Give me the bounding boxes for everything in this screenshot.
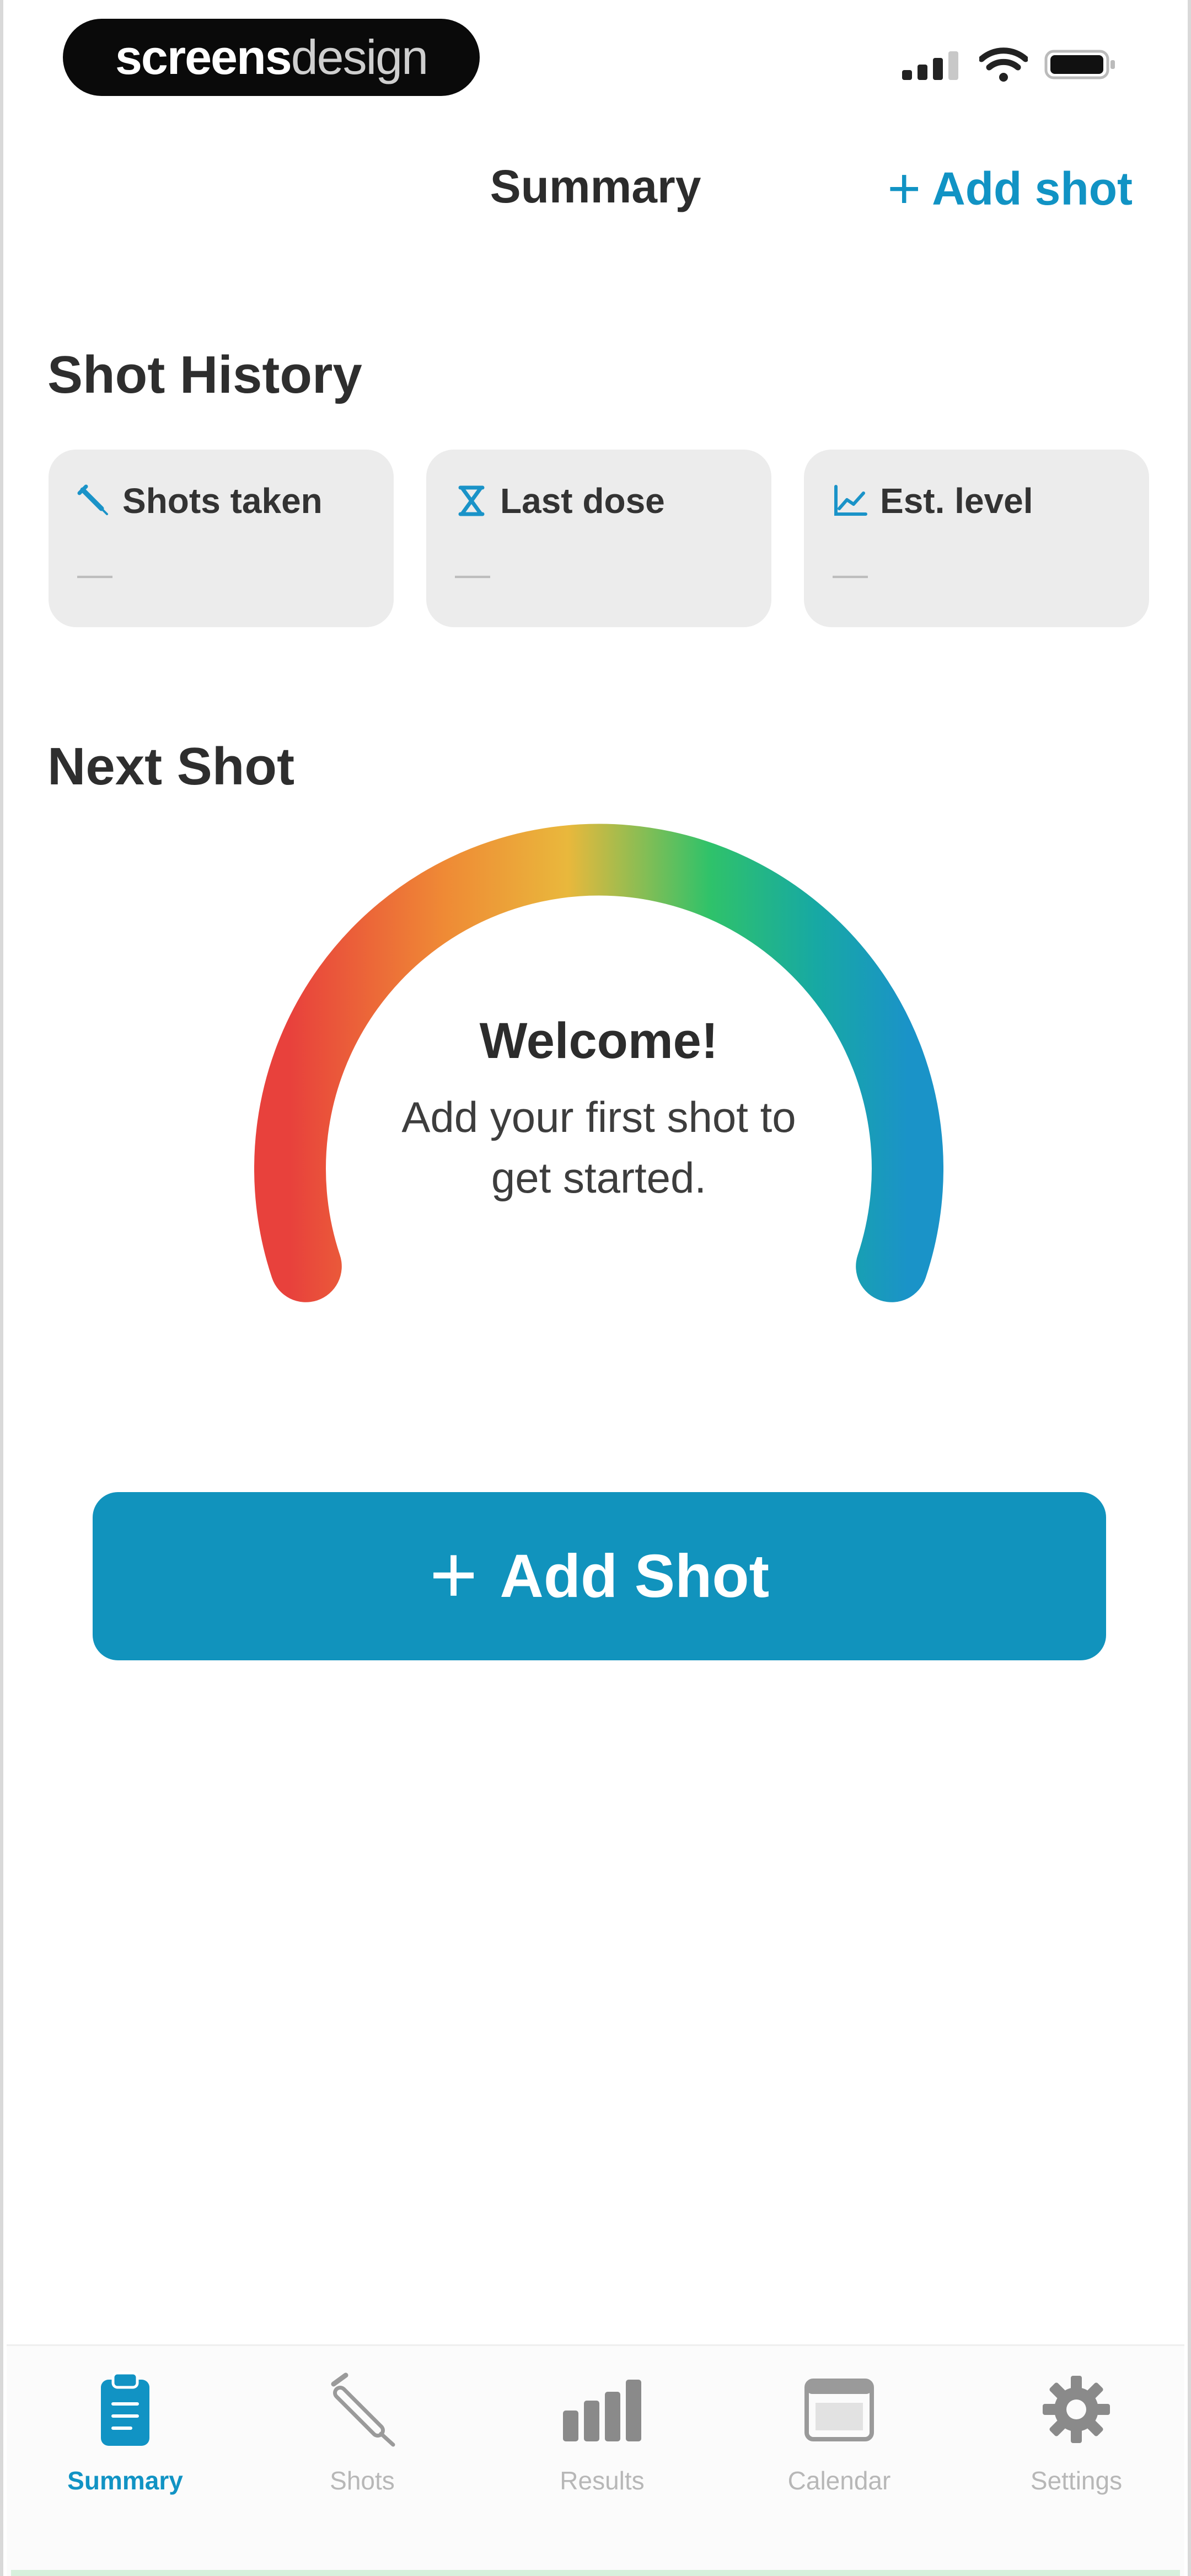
welcome-subtitle-line1: Add your first shot to [401, 1093, 796, 1141]
tab-summary[interactable]: Summary [20, 2365, 230, 2495]
welcome-subtitle-line2: get started. [491, 1153, 707, 1202]
watermark-badge: screensdesign [63, 19, 480, 96]
gear-icon [1043, 2376, 1110, 2443]
card-label: Last dose [500, 481, 665, 521]
est-level-card[interactable]: Est. level — [804, 450, 1149, 627]
welcome-title: Welcome! [479, 1013, 718, 1069]
tab-bar: Summary Shots Results Calendar Settings [7, 2344, 1184, 2576]
bar-chart-icon [563, 2380, 641, 2441]
status-icons [902, 45, 1116, 84]
wifi-icon [979, 47, 1028, 82]
tab-label: Shots [330, 2466, 395, 2495]
tab-label: Summary [67, 2466, 183, 2495]
history-cards: Shots taken — Last dose — Est. level — [49, 450, 1149, 627]
tab-shots[interactable]: Shots [257, 2365, 467, 2495]
card-label: Est. level [880, 481, 1033, 521]
nav-add-shot-button[interactable]: + Add shot [887, 160, 1133, 217]
tab-settings[interactable]: Settings [972, 2365, 1181, 2495]
hourglass-icon [458, 485, 485, 516]
battery-icon [1044, 50, 1115, 79]
tab-label: Results [560, 2466, 645, 2495]
tab-calendar[interactable]: Calendar [734, 2365, 944, 2495]
tab-label: Settings [1030, 2466, 1123, 2495]
card-label: Shots taken [122, 481, 323, 521]
cellular-signal-icon [902, 51, 958, 80]
syringe-icon [77, 484, 108, 515]
next-shot-title: Next Shot [47, 737, 295, 796]
card-value: — [77, 554, 112, 594]
add-shot-label: Add Shot [500, 1542, 770, 1610]
calendar-icon [804, 2379, 874, 2441]
home-indicator [11, 2570, 1180, 2576]
plus-icon: + [887, 157, 921, 221]
app-screen: screensdesign Summary + Add shot Shot Hi… [0, 0, 1191, 2576]
tab-label: Calendar [787, 2466, 891, 2495]
gauge-message: Welcome! Add your first shot to get star… [301, 1012, 897, 1208]
last-dose-card[interactable]: Last dose — [426, 450, 771, 627]
clipboard-icon [101, 2371, 149, 2446]
card-value: — [833, 554, 868, 594]
syringe-icon [331, 2372, 395, 2447]
watermark-light: design [291, 30, 428, 84]
chart-icon [834, 485, 867, 516]
shots-taken-card[interactable]: Shots taken — [49, 450, 394, 627]
plus-icon: + [429, 1527, 478, 1621]
tab-results[interactable]: Results [497, 2365, 707, 2495]
watermark-bold: screens [115, 30, 292, 84]
add-shot-button[interactable]: + Add Shot [93, 1492, 1106, 1660]
nav-add-shot-label: Add shot [932, 162, 1133, 215]
shot-history-title: Shot History [47, 345, 362, 404]
card-value: — [455, 554, 490, 594]
